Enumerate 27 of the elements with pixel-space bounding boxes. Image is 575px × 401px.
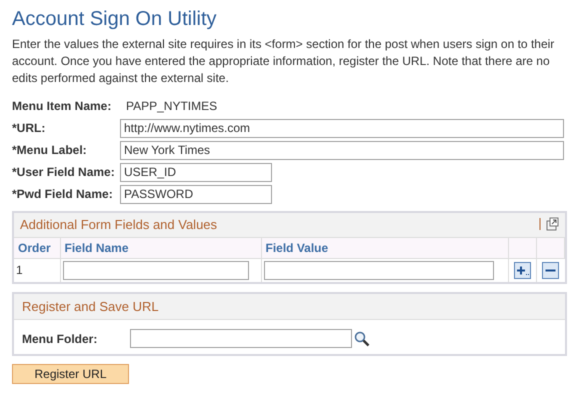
column-header: Order [14, 238, 60, 258]
field-label: *Menu Label: [12, 142, 88, 159]
field-label: *URL: [12, 120, 46, 137]
description-text: Enter the values the external site requires in its <form> section for the post when users sign on to their account. Once you have entered the appropriate information, register the URL. Note that there are no edits performed against the external site. [12, 36, 556, 87]
field-label: *User Field Name: [12, 164, 116, 181]
add-row-icon[interactable] [514, 262, 531, 280]
order-cell: 1 [14, 258, 60, 282]
expand-grid-icon[interactable] [539, 217, 559, 231]
register-url-button[interactable]: Register URL [12, 364, 129, 384]
field-label: Menu Item Name: [12, 98, 112, 115]
input-field[interactable]: PASSWORD [120, 184, 272, 204]
field-label: *Pwd Field Name: [12, 186, 114, 203]
field-value: PAPP_NYTIMES [125, 98, 218, 115]
input-field[interactable]: http://www.nytimes.com [120, 118, 564, 138]
search-icon[interactable] [354, 330, 370, 346]
input-field[interactable] [130, 329, 352, 348]
page-title: Account Sign On Utility [12, 7, 218, 32]
input-field[interactable] [62, 260, 248, 280]
input-field[interactable]: New York Times [120, 140, 564, 160]
section-title: Register and Save URL [14, 294, 565, 320]
delete-row-icon[interactable] [542, 262, 560, 280]
column-header: Field Name [60, 238, 261, 258]
input-field[interactable] [264, 260, 494, 280]
input-field[interactable]: USER_ID [120, 162, 272, 182]
field-label: Menu Folder: [22, 330, 98, 348]
grid-title: Additional Form Fields and Values [20, 216, 218, 234]
column-header: Field Value [261, 238, 508, 258]
